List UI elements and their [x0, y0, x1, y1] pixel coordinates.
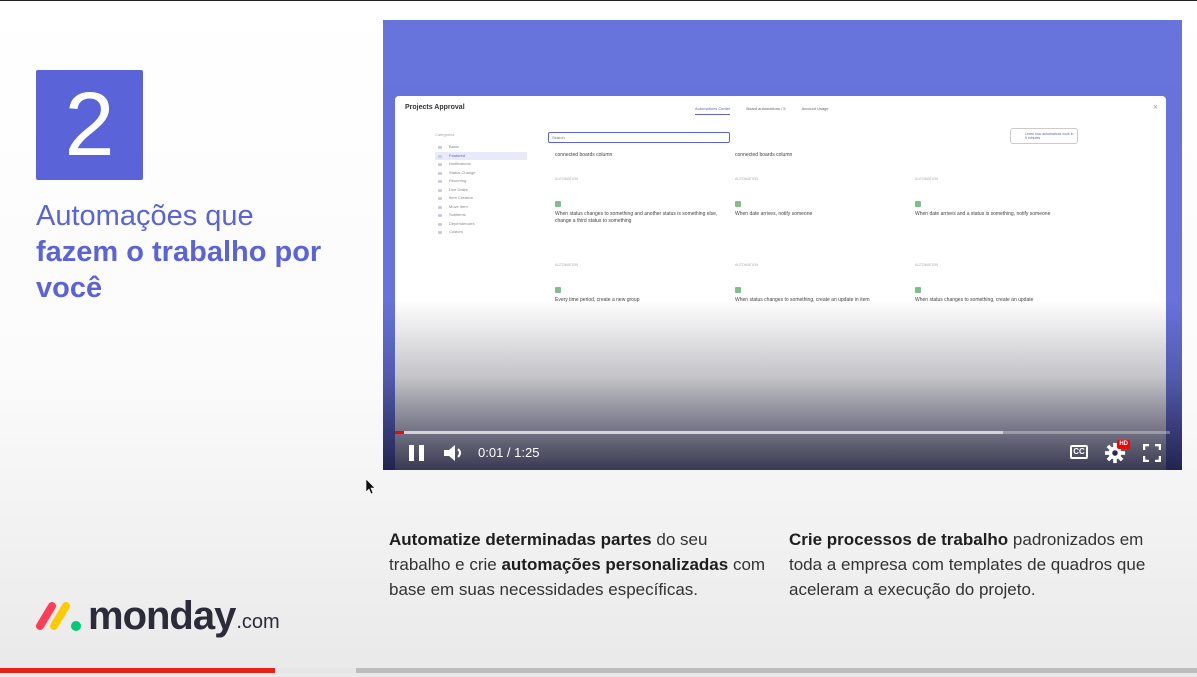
headline-light: Automações que — [36, 200, 254, 232]
video-card-tag: AUTOMATION — [915, 177, 939, 181]
video-card-text: connected boards column — [735, 152, 793, 158]
video-tab-automations-center: Automations Center — [695, 106, 731, 115]
video-card: AUTOMATIONWhen status changes to somethi… — [915, 262, 1085, 304]
outer-progress-played — [0, 668, 276, 673]
headline-bold: fazem o trabalho por você — [36, 236, 322, 304]
monday-logo: monday .com — [36, 590, 280, 636]
description-text-bold: Automatize determinadas partes — [389, 530, 652, 549]
card-glyph-icon — [735, 287, 741, 293]
video-sidebar: Categories Basic Featured Notifications … — [435, 132, 527, 237]
video-tab-board-automations: Board automations / 5 — [746, 106, 786, 111]
video-sidebar-item: Item Creation — [435, 194, 527, 203]
video-sidebar-item: Dependencies — [435, 220, 527, 229]
video-card-tag: AUTOMATION — [555, 177, 579, 181]
mouse-cursor-icon — [366, 479, 376, 495]
video-card: AUTOMATION When date arrives and a status… — [915, 176, 1085, 218]
description-column-2: Crie processos de trabalho padronizados … — [789, 527, 1179, 602]
video-timecode: 0:01 / 1:25 — [478, 444, 539, 462]
video-progress-bar[interactable] — [395, 431, 1170, 434]
video-card: connected boards column — [555, 152, 725, 159]
logo-red-stroke — [36, 602, 56, 630]
card-glyph-icon — [555, 201, 561, 207]
video-card-text: When date arrives and a status is someth… — [915, 211, 1051, 217]
video-card: AUTOMATION When date arrives, notify some… — [735, 176, 905, 218]
video-sidebar-item: Custom — [435, 228, 527, 237]
video-banner — [383, 20, 1182, 86]
video-sidebar-item: Subitems — [435, 211, 527, 220]
logo-green-dot — [71, 621, 81, 631]
time-separator: / — [503, 445, 515, 460]
description-column-1: Automatize determinadas partes do seu tr… — [389, 527, 769, 602]
video-sidebar-item: Recurring — [435, 177, 527, 186]
video-sidebar-item: Notifications — [435, 160, 527, 169]
video-card-tag: AUTOMATION — [915, 263, 939, 267]
video-card-text: connected boards column — [555, 152, 613, 158]
card-glyph-icon — [915, 287, 921, 293]
video-card: connected boards column — [735, 152, 905, 159]
outer-progress-bar[interactable] — [0, 668, 1197, 673]
video-sidebar-item: Featured — [435, 151, 527, 160]
video-progress-buffered — [395, 431, 1004, 434]
video-tutorial-chip: Learn how automations work in 5 minutes — [1010, 128, 1078, 144]
step-number: 2 — [64, 75, 115, 175]
embedded-video-player[interactable]: Projects Approval Automations Center Boa… — [383, 20, 1182, 470]
card-glyph-icon — [555, 287, 561, 293]
step-number-badge: 2 — [36, 70, 143, 180]
card-glyph-icon — [915, 201, 921, 207]
video-card: AUTOMATION When status changes to somethi… — [555, 176, 725, 225]
video-sidebar-item: Due Dates — [435, 186, 527, 195]
settings-button[interactable]: HD — [1104, 440, 1130, 464]
fullscreen-icon[interactable] — [1143, 444, 1161, 462]
video-card: AUTOMATIONEvery time period, create a ne… — [555, 262, 725, 304]
video-sidebar-item: Move Item — [435, 203, 527, 212]
video-card: AUTOMATIONWhen status changes to somethi… — [735, 262, 905, 304]
hd-badge: HD — [1117, 440, 1130, 449]
logo-word: monday — [88, 594, 236, 638]
video-app-tabs: Automations Center Board automations / 5… — [695, 106, 829, 115]
video-tab-account-usage: Account Usage — [801, 106, 829, 111]
time-current: 0:01 — [478, 445, 504, 460]
video-sidebar-item: Basic — [435, 143, 527, 152]
volume-icon[interactable] — [443, 443, 465, 463]
video-card-text: When date arrives, notify someone — [735, 211, 813, 217]
video-card-tag: AUTOMATION — [555, 263, 579, 267]
video-sidebar-heading: Categories — [435, 132, 455, 137]
video-sidebar-item: Status Change — [435, 169, 527, 178]
captions-button[interactable]: CC — [1070, 445, 1088, 459]
pause-button[interactable] — [408, 444, 426, 462]
card-glyph-icon — [735, 201, 741, 207]
monday-logo-mark-icon — [36, 602, 81, 631]
description-text-bold: automações personalizadas — [501, 555, 729, 574]
time-total: 1:25 — [514, 445, 540, 460]
video-card-tag: AUTOMATION — [735, 177, 759, 181]
video-card-tag: AUTOMATION — [735, 263, 759, 267]
logo-yellow-stroke — [50, 602, 70, 630]
top-rule — [0, 0, 1197, 1]
video-card-text: When status changes to something and ano… — [555, 211, 718, 224]
logo-suffix: .com — [236, 611, 280, 633]
description-text-bold: Crie processos de trabalho — [789, 530, 1009, 549]
video-search-box: Search — [548, 132, 730, 143]
video-progress-played — [395, 431, 405, 434]
video-app-title: Projects Approval — [405, 104, 465, 111]
slide-headline: Automações que fazem o trabalho por você — [36, 198, 356, 306]
video-close-icon: ✕ — [1152, 105, 1158, 111]
